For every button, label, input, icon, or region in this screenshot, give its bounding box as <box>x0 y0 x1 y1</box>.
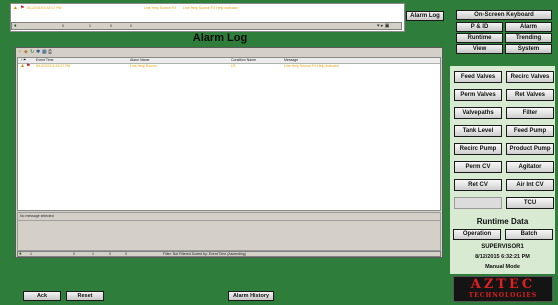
col-condition-name[interactable]: Condition Name <box>231 58 256 62</box>
count-3: 0 <box>110 24 112 28</box>
status-count-4: 0 <box>109 252 111 256</box>
bell-icon: ♦ <box>14 23 17 29</box>
alarm-list[interactable]: ! ⚑ Event Time Alarm Name Condition Name… <box>17 57 441 211</box>
row-condition: LR <box>231 64 236 68</box>
ack-button[interactable]: Ack <box>23 291 61 301</box>
no-message-text: No message selected <box>20 214 54 218</box>
banner-message: Line Help Source FX Help Indicator <box>183 6 238 10</box>
tank-level-button[interactable]: Tank Level <box>454 125 502 137</box>
banner-time: 8/12/2015 6:32:07 PM <box>27 6 62 10</box>
status-count-5: 0 <box>125 252 127 256</box>
log-toolbar: ✓ ◈ ↻ ✱ ▦ ⎙ <box>17 49 441 56</box>
valvepaths-button[interactable]: Valvepaths <box>454 107 502 119</box>
detail-divider <box>18 220 440 221</box>
flag-icon: ⚑ <box>26 63 31 69</box>
flag-icon: ⚑ <box>20 5 25 11</box>
status-count-1: 1 <box>30 252 32 256</box>
feed-pump-button[interactable]: Feed Pump <box>506 125 554 137</box>
ret-cv-button[interactable]: Ret CV <box>454 179 502 191</box>
perm-valves-button[interactable]: Perm Valves <box>454 89 502 101</box>
filter-status: Filter: Not Filtered Sorted by: Event Ti… <box>163 252 246 256</box>
recirc-pump-button[interactable]: Recirc Pump <box>454 143 502 155</box>
logo-line-2: TECHNOLOGIES <box>468 292 538 299</box>
count-1: 0 <box>62 24 64 28</box>
feed-valves-button[interactable]: Feed Valves <box>454 71 502 83</box>
filter-button[interactable]: Filter <box>506 107 554 119</box>
banner-source: Line Help Source FX <box>144 6 177 10</box>
agitator-button[interactable]: Agitator <box>506 161 554 173</box>
row-message: Line Help Source FX Help Indicator <box>284 64 339 68</box>
warning-icon: ▲ <box>20 63 25 69</box>
company-logo: AZTEC TECHNOLOGIES <box>453 276 553 302</box>
current-datetime: 8/12/2015 6:32:21 PM <box>475 254 530 260</box>
pid-button[interactable]: P & ID <box>456 22 503 32</box>
alarm-button[interactable]: Alarm <box>505 22 552 32</box>
status-count-2: 0 <box>73 252 75 256</box>
current-user: SUPERVISOR1 <box>481 244 524 250</box>
product-pump-button[interactable]: Product Pump <box>506 143 554 155</box>
col-alarm-name[interactable]: Alarm Name <box>130 58 149 62</box>
runtime-button[interactable]: Runtime <box>456 33 503 43</box>
perm-cv-button[interactable]: Perm CV <box>454 161 502 173</box>
logo-line-1: AZTEC <box>470 277 536 292</box>
grid-icon[interactable]: ▦ <box>42 49 47 55</box>
alarm-history-button[interactable]: Alarm History <box>228 291 274 301</box>
print-icon[interactable]: ⎙ <box>48 49 52 55</box>
reset-button[interactable]: Reset <box>66 291 104 301</box>
ret-valves-button[interactable]: Ret Valves <box>506 89 554 101</box>
message-detail: No message selected <box>17 212 441 251</box>
banner-row[interactable]: ▲ ⚑ 8/12/2015 6:32:07 PM Line Help Sourc… <box>13 5 393 11</box>
count-2: 1 <box>89 24 91 28</box>
runtime-panel: Runtime Data Operation Batch SUPERVISOR1… <box>450 214 555 274</box>
alarm-banner: ▲ ⚑ 8/12/2015 6:32:07 PM Line Help Sourc… <box>10 3 405 32</box>
count-4: 0 <box>130 24 132 28</box>
table-row[interactable]: ▲ ⚑ 8/12/2015 6:32:07 PM Line Help Sourc… <box>18 63 440 69</box>
banner-status-bar: ♦ 0 1 0 0 ▾ ▸ ▣ <box>11 22 402 30</box>
acknowledge-icon[interactable]: ✓ <box>18 49 22 55</box>
trending-button[interactable]: Trending <box>505 33 552 43</box>
on-screen-keyboard-button[interactable]: On-Screen Keyboard <box>456 10 552 20</box>
filter-icon[interactable]: ◈ <box>24 49 28 55</box>
bell-icon: ♦ <box>19 251 22 257</box>
alarm-log-panel: ✓ ◈ ↻ ✱ ▦ ⎙ ! ⚑ Event Time Alarm Name Co… <box>15 47 443 258</box>
col-event-time[interactable]: Event Time <box>36 58 54 62</box>
page-title: Alarm Log <box>192 32 248 44</box>
col-icons: ! ⚑ <box>21 58 27 62</box>
batch-button[interactable]: Batch <box>505 229 553 240</box>
mode-status: Manual Mode <box>485 264 520 270</box>
status-count-3: 1 <box>92 252 94 256</box>
system-button[interactable]: System <box>505 44 552 54</box>
settings-icon[interactable]: ✱ <box>36 49 40 55</box>
blank-button <box>454 197 502 209</box>
row-name: Line Help Source <box>130 64 157 68</box>
log-status-bar: ♦ 1 0 1 0 0 Filter: Not Filtered Sorted … <box>17 251 441 257</box>
air-int-cv-button[interactable]: Air Int CV <box>506 179 554 191</box>
alarm-log-top-button[interactable]: Alarm Log <box>406 11 444 21</box>
row-time: 8/12/2015 6:32:07 PM <box>36 64 71 68</box>
runtime-title: Runtime Data <box>476 217 529 226</box>
view-button[interactable]: View <box>456 44 503 54</box>
toolbar-icons[interactable]: ▾ ▸ ▣ <box>377 23 390 29</box>
col-message[interactable]: Message <box>284 58 298 62</box>
operation-button[interactable]: Operation <box>453 229 501 240</box>
refresh-icon[interactable]: ↻ <box>30 49 34 55</box>
recirc-valves-button[interactable]: Recirc Valves <box>506 71 554 83</box>
warning-icon: ▲ <box>13 5 18 11</box>
tcu-button[interactable]: TCU <box>506 197 554 209</box>
